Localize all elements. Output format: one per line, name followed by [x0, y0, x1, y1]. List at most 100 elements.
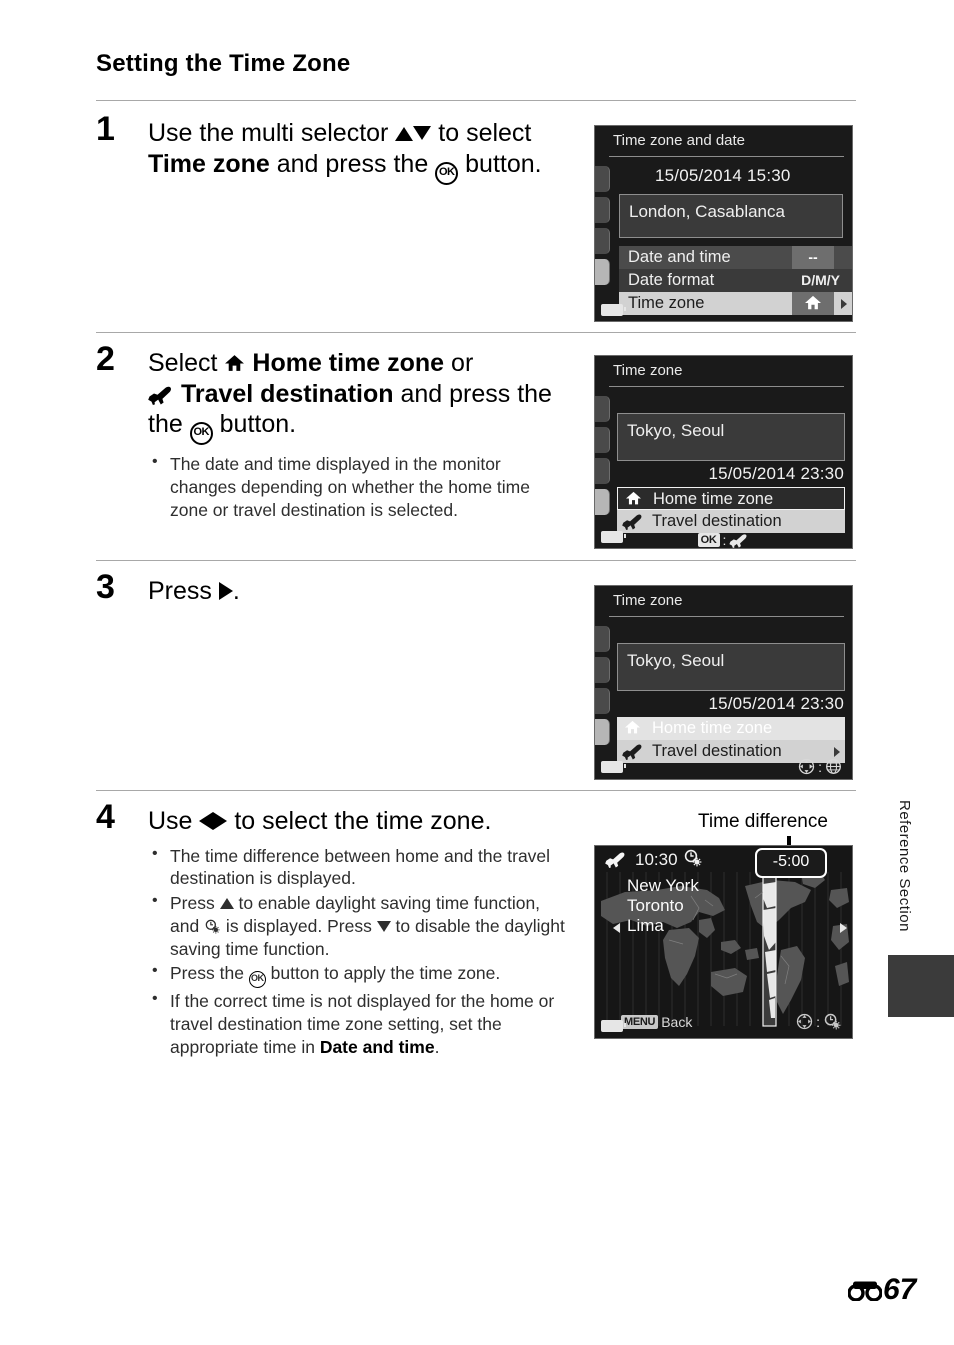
daylight-saving-icon: [205, 919, 220, 934]
divider-step-4: [96, 790, 856, 791]
divider-step-2: [96, 332, 856, 333]
step-1-text: Use the multi selector to select Time zo…: [148, 118, 568, 185]
screen2-datetime: 15/05/2014 23:30: [708, 464, 844, 483]
screen3-row-1-label: Home time zone: [652, 719, 773, 737]
time-difference-value: -5:00: [755, 848, 827, 878]
step-4-text: Use to select the time zone.: [148, 806, 573, 837]
map-back-hint[interactable]: MENU Back: [621, 1014, 692, 1030]
map-next-arrow-icon[interactable]: [840, 923, 847, 933]
map-prev-arrow-icon[interactable]: [613, 923, 620, 933]
screen1-row-3-caret-icon: [841, 298, 847, 309]
screen3-title-rule: [609, 616, 844, 617]
screen1-row-2-label: Date format: [628, 271, 715, 289]
step-4-bullets: The time difference between home and the…: [148, 844, 573, 1059]
screen1-datetime: 15/05/2014 15:30: [655, 166, 791, 185]
screen1-tab-1[interactable]: [595, 166, 610, 192]
daylight-saving-icon: [824, 1013, 841, 1030]
step-2-text: Select Home time zone or Travel destinat…: [148, 348, 568, 445]
screen2-hint-sep: :: [722, 532, 727, 548]
home-icon: [624, 719, 641, 741]
screen3-tab-3[interactable]: [595, 688, 610, 714]
screen3-tab-4-active[interactable]: [595, 719, 610, 745]
screen1-row-1-value: --: [792, 246, 834, 269]
screen1-row-time-zone-selected[interactable]: Time zone: [619, 292, 852, 315]
step-4-bullet-1: The time difference between home and the…: [148, 844, 573, 891]
ok-button-icon: OK: [435, 161, 459, 185]
screen2-tab-3[interactable]: [595, 458, 610, 484]
step-1-bold-time-zone: Time zone: [148, 149, 270, 178]
screen1-row-1-label: Date and time: [628, 248, 731, 266]
screen3-row-2-label: Travel destination: [652, 742, 782, 760]
step-4-bullet-2: Press to enable daylight saving time fun…: [148, 891, 573, 960]
step-2-bold-travel: Travel destination: [180, 379, 394, 408]
step-2-text-a: Select: [148, 349, 225, 377]
screen3-datetime: 15/05/2014 23:30: [708, 694, 844, 713]
side-section-label: Reference Section: [896, 800, 913, 932]
ok-chip-icon: OK: [697, 533, 720, 547]
step-1-text-c: and press the: [269, 149, 436, 178]
page-number: 67: [883, 1273, 917, 1306]
down-triangle-icon: [376, 920, 391, 932]
screen2-battery-icon: [601, 531, 626, 543]
screen2-tab-1[interactable]: [595, 396, 610, 422]
globe-icon: [826, 759, 841, 774]
step-4-b2-c: is displayed. Press: [221, 915, 377, 936]
screen3-tab-2[interactable]: [595, 657, 610, 683]
step-4-text-b: to select the time zone.: [227, 807, 492, 835]
right-triangle-icon: [218, 582, 233, 600]
screen2-row-2-label: Travel destination: [652, 512, 782, 530]
home-icon: [225, 355, 245, 371]
screen1-tab-strip: [595, 166, 610, 290]
right-triangle-icon: [213, 812, 228, 830]
camera-screen-time-zone-travel: Time zone Tokyo, Seoul 15/05/2014 23:30 …: [594, 585, 853, 780]
map-city-1: New York: [627, 876, 699, 895]
screen3-tab-1[interactable]: [595, 626, 610, 652]
home-icon: [625, 490, 642, 512]
plane-icon: [148, 386, 171, 405]
screen1-row-date-format[interactable]: Date format D/M/Y: [619, 269, 852, 292]
screen2-row-travel-destination[interactable]: Travel destination: [617, 510, 845, 533]
step-4-b4-bold: Date and time: [319, 1036, 435, 1057]
home-icon: [805, 295, 821, 310]
screen3-hint-sep: :: [818, 758, 822, 775]
screen2-tab-2[interactable]: [595, 427, 610, 453]
step-1-text-a: Use the multi selector: [148, 119, 396, 147]
step-2-bullets: The date and time displayed in the monit…: [148, 452, 568, 521]
map-bottom-hint: :: [796, 1013, 842, 1030]
screen1-row-date-and-time[interactable]: Date and time --: [619, 246, 852, 269]
screen3-hint: :: [798, 758, 842, 775]
step-2-text-b: or: [444, 349, 474, 377]
map-back-label: Back: [661, 1014, 693, 1030]
map-city-3: Lima: [627, 916, 664, 935]
camera-screen-time-zone-select: Time zone Tokyo, Seoul 15/05/2014 23:30 …: [594, 355, 853, 549]
screen2-row-1-label: Home time zone: [653, 490, 774, 508]
screen1-row-3-label: Time zone: [628, 294, 705, 312]
step-2-body: Select Home time zone or Travel destinat…: [148, 348, 568, 523]
up-triangle-icon: [219, 898, 234, 909]
screen2-row-home-time-zone[interactable]: Home time zone: [617, 487, 845, 510]
daylight-saving-icon: [683, 849, 703, 872]
step-2-text-c: and press the: [393, 379, 552, 408]
camera-screen-time-zone-and-date: Time zone and date 15/05/2014 15:30 Lond…: [594, 125, 853, 322]
step-2-text-d: button.: [212, 410, 297, 438]
step-4-body: Use to select the time zone. The time di…: [148, 806, 573, 1061]
plane-icon: [729, 533, 747, 548]
screen2-tab-4-active[interactable]: [595, 489, 610, 515]
divider-top: [96, 100, 856, 101]
screen1-tab-2[interactable]: [595, 197, 610, 223]
page-folio: 67: [848, 1273, 916, 1307]
step-1-text-d: button.: [458, 149, 542, 178]
screen1-tab-3[interactable]: [595, 228, 610, 254]
step-4-number: 4: [96, 798, 115, 836]
screen3-zone-name: Tokyo, Seoul: [617, 643, 845, 691]
screen2-title: Time zone: [613, 362, 683, 379]
step-4-b3-b: button to apply the time zone.: [265, 963, 501, 984]
screen3-battery-icon: [601, 761, 626, 773]
divider-step-3: [96, 560, 856, 561]
screen1-tab-4-active[interactable]: [595, 259, 610, 285]
screen3-row-home-time-zone[interactable]: Home time zone: [617, 717, 845, 740]
down-triangle-icon: [413, 126, 432, 140]
map-city-2: Toronto: [627, 896, 684, 915]
screen1-title-rule: [609, 156, 844, 157]
step-1-number: 1: [96, 110, 115, 148]
